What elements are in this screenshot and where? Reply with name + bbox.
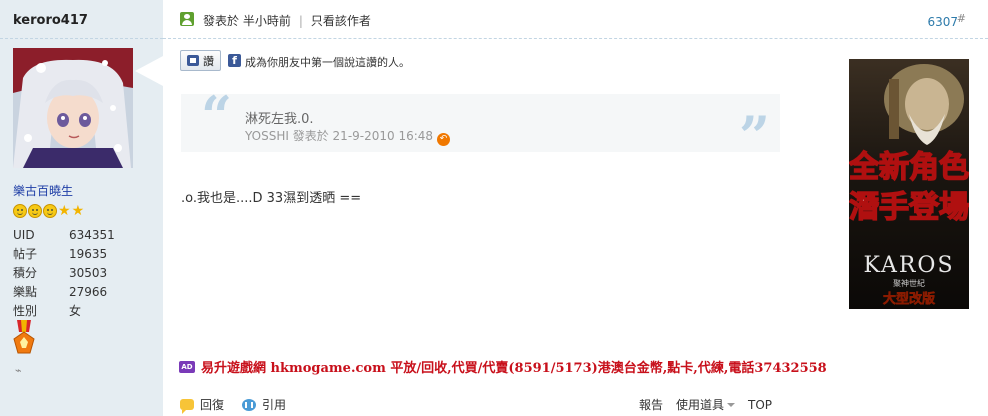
ad-brand-sub: 聚神世紀 — [893, 278, 925, 288]
post-meta: 發表於 半小時前 | 只看該作者 — [203, 14, 371, 28]
post-footer: 回復 引用 報告 使用道具 TOP — [163, 390, 988, 416]
quote-text: 淋死左我.0. — [245, 112, 314, 127]
ad-line2: 潛手登場 — [849, 190, 969, 225]
facebook-like-text: 成為你朋友中第一個說這讚的人。 — [245, 56, 410, 69]
post-number-hash: # — [956, 12, 966, 25]
ad-banner: 大型改版 — [883, 291, 935, 307]
star-icon: ★ — [71, 203, 85, 219]
star-icon: ★ — [58, 203, 71, 219]
post-actions: 回復 引用 — [180, 396, 286, 414]
stat-row: 帖子 19635 — [13, 247, 108, 261]
thumbs-up-icon — [187, 55, 199, 66]
quote-author: YOSSHI 發表於 21-9-2010 16:48 ↶ — [245, 127, 451, 146]
like-label: 讚 — [203, 54, 214, 68]
stat-row: 積分 30503 — [13, 266, 108, 280]
divider — [0, 38, 163, 39]
quote-block: “ ” 淋死左我.0. YOSSHI 發表於 21-9-2010 16:48 ↶ — [181, 84, 780, 168]
medal-icon[interactable] — [13, 320, 35, 359]
report-link[interactable]: 報告 — [639, 396, 663, 413]
user-online-icon — [180, 12, 194, 26]
quote-icon — [242, 398, 257, 411]
smile-icon — [13, 204, 27, 218]
smile-icon — [43, 204, 57, 218]
ad-brand: KAROS — [863, 253, 954, 278]
quote-button[interactable]: 引用 — [262, 396, 286, 413]
stat-row: 性別女 — [13, 304, 82, 318]
tools-menu[interactable]: 使用道具 — [676, 396, 735, 413]
post-content: 發表於 半小時前 | 只看該作者 6307 # 讚 f 成為你朋友中第一個說這讚的人… — [163, 0, 988, 416]
post-tools: 報告 使用道具 TOP — [639, 396, 772, 413]
post-info-bar: 發表於 半小時前 | 只看該作者 6307 # — [163, 0, 988, 39]
signature: AD 易升遊戲網 hkmogame.com 平放/回收,代買/代賣(8591/5… — [179, 357, 827, 376]
back-arrow-icon[interactable]: ↶ — [437, 133, 451, 146]
avatar[interactable] — [13, 48, 133, 168]
post-message: .o.我也是....D 33濕到透晒 == — [181, 191, 362, 206]
signature-link[interactable]: 易升遊戲網 hkmogame.com 平放/回收,代買/代賣(8591/5173… — [201, 357, 827, 376]
stat-row: UID 634351 — [13, 228, 115, 242]
quote-open-icon: “ — [201, 84, 233, 148]
user-group[interactable]: 樂古百曉生 — [13, 182, 73, 199]
user-stats: UID 634351 帖子 19635 積分 30503 樂點 27966 性別女 — [13, 226, 115, 321]
username[interactable]: keroro417 — [13, 13, 88, 28]
smile-icon — [28, 204, 42, 218]
stat-row: 樂點 27966 — [13, 285, 108, 299]
post-number[interactable]: 6307 — [927, 15, 958, 29]
caret-down-icon — [726, 403, 735, 407]
like-button[interactable]: 讚 — [180, 50, 221, 71]
facebook-icon: f — [228, 54, 241, 67]
message-icon[interactable]: ⌁ — [15, 364, 22, 377]
reply-icon — [180, 399, 194, 414]
post-time: 發表於 半小時前 — [203, 14, 291, 28]
quote-close-icon: ” — [738, 104, 770, 168]
reply-button[interactable]: 回復 — [200, 396, 224, 413]
ad-line1: 全新角色 — [849, 150, 969, 185]
advertisement-image[interactable]: 全新角色 潛手登場 KAROS 聚神世紀 大型改版 — [849, 59, 969, 309]
ad-icon: AD — [179, 360, 195, 373]
top-link[interactable]: TOP — [748, 398, 772, 412]
speech-arrow — [135, 56, 163, 86]
rank-stars: ★ ★ — [13, 204, 84, 218]
author-only-link[interactable]: 只看該作者 — [311, 14, 371, 28]
